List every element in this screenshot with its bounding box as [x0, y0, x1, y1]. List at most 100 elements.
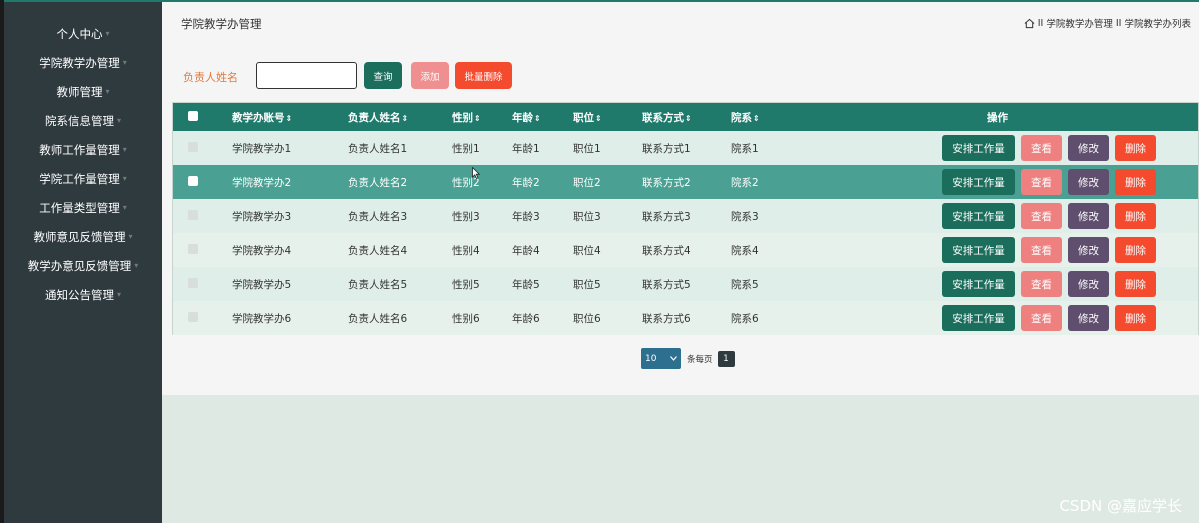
pagination: 10 条每页 1 — [641, 348, 735, 369]
delete-button[interactable]: 删除 — [1115, 169, 1156, 195]
batch-delete-button[interactable]: 批量删除 — [455, 62, 512, 89]
edit-button[interactable]: 修改 — [1068, 203, 1109, 229]
delete-button[interactable]: 删除 — [1115, 203, 1156, 229]
row-select-cell — [173, 301, 232, 335]
add-button[interactable]: 添加 — [411, 62, 449, 89]
delete-button[interactable]: 删除 — [1115, 271, 1156, 297]
row-select-cell — [173, 233, 232, 267]
column-header[interactable]: 职位⇕ — [573, 103, 642, 131]
sidebar-item[interactable]: 教师工作量管理 ▾ — [4, 135, 162, 164]
sidebar-item-label: 教师管理 — [56, 84, 103, 99]
table-cell: 学院教学办4 — [232, 244, 292, 257]
query-button[interactable]: 查询 — [364, 62, 402, 89]
sidebar-item[interactable]: 工作量类型管理 ▾ — [4, 193, 162, 222]
table-cell: 联系方式4 — [642, 244, 691, 257]
table-row[interactable]: 学院教学办6 负责人姓名6 性别6 年龄6 职位6 联系方式6 院系6 安排工作量 查看 修改 删除 — [173, 301, 1198, 335]
assign-workload-button[interactable]: 安排工作量 — [942, 305, 1015, 331]
column-header[interactable]: 联系方式⇕ — [642, 103, 731, 131]
sort-icon[interactable]: ⇕ — [534, 114, 541, 123]
edit-button[interactable]: 修改 — [1068, 135, 1109, 161]
row-checkbox[interactable] — [188, 209, 198, 220]
table-cell: 性别2 — [452, 176, 480, 189]
table-cell: 联系方式1 — [642, 142, 691, 155]
sidebar-item[interactable]: 教学办意见反馈管理 ▾ — [4, 251, 162, 280]
assign-workload-button[interactable]: 安排工作量 — [942, 237, 1015, 263]
sidebar-item[interactable]: 学院教学办管理 ▾ — [4, 48, 162, 77]
edit-button[interactable]: 修改 — [1068, 169, 1109, 195]
assign-workload-button[interactable]: 安排工作量 — [942, 203, 1015, 229]
column-header[interactable]: 院系⇕ — [731, 103, 877, 131]
row-actions-cell: 安排工作量 查看 修改 删除 — [877, 131, 1198, 165]
breadcrumb-item-manage[interactable]: 学院教学办管理 — [1046, 16, 1113, 30]
sidebar-item[interactable]: 通知公告管理 ▾ — [4, 280, 162, 309]
view-button[interactable]: 查看 — [1021, 237, 1062, 263]
view-button[interactable]: 查看 — [1021, 169, 1062, 195]
row-actions-cell: 安排工作量 查看 修改 删除 — [877, 301, 1198, 335]
mouse-cursor-icon — [472, 167, 480, 179]
caret-down-icon: ▾ — [105, 87, 110, 96]
sidebar-item[interactable]: 教师管理 ▾ — [4, 77, 162, 106]
sort-icon[interactable]: ⇕ — [753, 114, 760, 123]
table-row[interactable]: 学院教学办5 负责人姓名5 性别5 年龄5 职位5 联系方式5 院系5 安排工作量 查看 修改 删除 — [173, 267, 1198, 301]
column-header[interactable]: 负责人姓名⇕ — [348, 103, 452, 131]
delete-button[interactable]: 删除 — [1115, 237, 1156, 263]
table-cell: 院系3 — [731, 210, 759, 223]
table-row[interactable]: 学院教学办4 负责人姓名4 性别4 年龄4 职位4 联系方式4 院系4 安排工作量 查看 修改 删除 — [173, 233, 1198, 267]
column-header[interactable]: 年龄⇕ — [512, 103, 573, 131]
sort-icon[interactable]: ⇕ — [286, 114, 293, 123]
table-cell: 职位3 — [573, 210, 601, 223]
page-size-select[interactable]: 10 — [641, 348, 681, 369]
row-actions-cell: 安排工作量 查看 修改 删除 — [877, 199, 1198, 233]
view-button[interactable]: 查看 — [1021, 135, 1062, 161]
table-header-row: 教学办账号⇕ 负责人姓名⇕ 性别⇕ 年龄⇕ 职位⇕ 联系方式⇕ 院系⇕ 操作 — [173, 103, 1198, 131]
select-all-checkbox[interactable] — [188, 110, 198, 121]
sidebar-item[interactable]: 学院工作量管理 ▾ — [4, 164, 162, 193]
row-checkbox[interactable] — [188, 141, 198, 152]
sidebar-menu: 个人中心 ▾ 学院教学办管理 ▾ 教师管理 ▾ 院系信息管理 ▾ 教师工作量管理 ▾ 学院工作量管理… — [4, 2, 162, 309]
table-cell: 职位2 — [573, 176, 601, 189]
view-button[interactable]: 查看 — [1021, 305, 1062, 331]
page-number-current[interactable]: 1 — [717, 350, 735, 367]
view-button[interactable]: 查看 — [1021, 271, 1062, 297]
select-all-cell — [173, 103, 232, 131]
row-checkbox[interactable] — [188, 175, 198, 186]
sidebar-item[interactable]: 院系信息管理 ▾ — [4, 106, 162, 135]
table-row[interactable]: 学院教学办2 负责人姓名2 性别2 年龄2 职位2 联系方式2 院系2 安排工作量 查看 修改 删除 — [173, 165, 1198, 199]
chevron-down-icon — [670, 356, 677, 361]
delete-button[interactable]: 删除 — [1115, 135, 1156, 161]
home-icon[interactable] — [1024, 18, 1035, 29]
row-actions-cell: 安排工作量 查看 修改 删除 — [877, 233, 1198, 267]
table-cell: 院系2 — [731, 176, 759, 189]
row-checkbox[interactable] — [188, 277, 198, 288]
edit-button[interactable]: 修改 — [1068, 271, 1109, 297]
table-cell: 联系方式5 — [642, 278, 691, 291]
sidebar-item[interactable]: 教师意见反馈管理 ▾ — [4, 222, 162, 251]
sidebar-item-label: 工作量类型管理 — [39, 200, 120, 215]
delete-button[interactable]: 删除 — [1115, 305, 1156, 331]
row-checkbox[interactable] — [188, 311, 198, 322]
search-input[interactable] — [256, 62, 357, 89]
column-header[interactable]: 性别⇕ — [452, 103, 512, 131]
table-cell: 负责人姓名3 — [348, 210, 408, 223]
row-checkbox[interactable] — [188, 243, 198, 254]
table-cell: 职位4 — [573, 244, 601, 257]
sort-icon[interactable]: ⇕ — [402, 114, 409, 123]
row-select-cell — [173, 131, 232, 165]
column-header[interactable]: 教学办账号⇕ — [232, 103, 348, 131]
edit-button[interactable]: 修改 — [1068, 237, 1109, 263]
sort-icon[interactable]: ⇕ — [595, 114, 602, 123]
sort-icon[interactable]: ⇕ — [474, 114, 481, 123]
table-row[interactable]: 学院教学办1 负责人姓名1 性别1 年龄1 职位1 联系方式1 院系1 安排工作量 查看 修改 删除 — [173, 131, 1198, 165]
caret-down-icon: ▾ — [122, 174, 127, 183]
edit-button[interactable]: 修改 — [1068, 305, 1109, 331]
assign-workload-button[interactable]: 安排工作量 — [942, 271, 1015, 297]
table-cell: 院系1 — [731, 142, 759, 155]
sort-icon[interactable]: ⇕ — [685, 114, 692, 123]
view-button[interactable]: 查看 — [1021, 203, 1062, 229]
sidebar-item[interactable]: 个人中心 ▾ — [4, 19, 162, 48]
table-row[interactable]: 学院教学办3 负责人姓名3 性别3 年龄3 职位3 联系方式3 院系3 安排工作量 查看 修改 删除 — [173, 199, 1198, 233]
assign-workload-button[interactable]: 安排工作量 — [942, 135, 1015, 161]
table-cell: 院系4 — [731, 244, 759, 257]
search-label: 负责人姓名 — [183, 71, 238, 84]
assign-workload-button[interactable]: 安排工作量 — [942, 169, 1015, 195]
